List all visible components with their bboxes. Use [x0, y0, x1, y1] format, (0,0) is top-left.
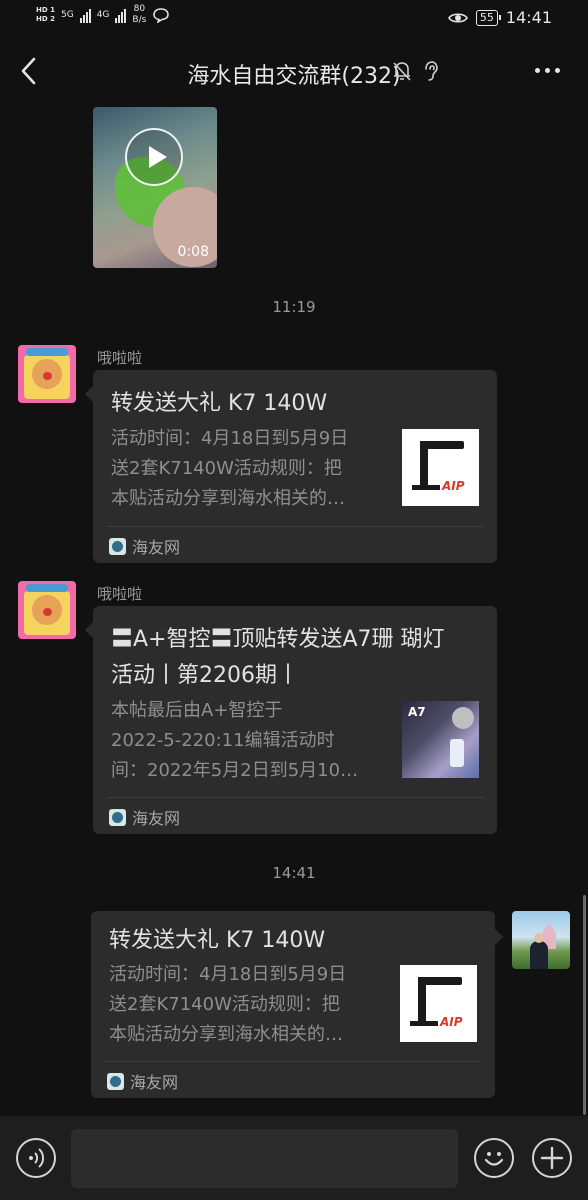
card-source: 海友网: [109, 534, 180, 558]
sim2-label: HD 2: [36, 15, 55, 23]
avatar[interactable]: [18, 345, 76, 403]
speed-value: 80: [133, 4, 146, 14]
card-desc-line: 本贴活动分享到海水相关的…: [109, 1024, 343, 1045]
card-desc-line: 送2套K7140W活动规则：把: [109, 994, 340, 1015]
link-card[interactable]: 转发送大礼 K7 140W 活动时间：4月18日到5月9日 送2套K7140W活…: [91, 911, 503, 1098]
card-description: 活动时间：4月18日到5月9日 送2套K7140W活动规则：把 本贴活动分享到海…: [109, 960, 379, 1050]
emoji-icon: [484, 1152, 504, 1166]
voice-icon: [29, 1148, 45, 1168]
avatar[interactable]: [18, 581, 76, 639]
signal-icon: [79, 7, 91, 23]
card-description: 活动时间：4月18日到5月9日 送2套K7140W活动规则：把 本贴活动分享到海…: [111, 424, 381, 514]
thumbnail-label: A7: [408, 705, 426, 719]
card-title-line: 活动丨第2206期丨: [111, 663, 299, 688]
thumbnail-logo: AIP: [440, 1015, 463, 1029]
plus-icon: [540, 1146, 564, 1170]
source-app-icon: [109, 537, 126, 555]
link-card[interactable]: 转发送大礼 K7 140W 活动时间：4月18日到5月9日 送2套K7140W活…: [85, 370, 497, 563]
card-desc-line: 活动时间：4月18日到5月9日: [109, 964, 347, 985]
card-description: 本帖最后由A+智控于 2022-5-220:11编辑活动时 间：2022年5月2…: [111, 696, 381, 786]
card-source: 海友网: [107, 1069, 178, 1093]
card-desc-line: 本帖最后由A+智控于: [111, 700, 283, 721]
ear-icon: [425, 61, 438, 81]
card-title-line: 〓A+智控〓顶贴转发送A7珊 瑚灯: [111, 627, 445, 652]
thumbnail-logo: AIP: [442, 479, 465, 493]
emoji-button[interactable]: [474, 1138, 514, 1178]
message-input[interactable]: [71, 1129, 458, 1188]
play-icon[interactable]: [125, 128, 183, 186]
card-title: 转发送大礼 K7 140W: [111, 391, 328, 416]
voice-button[interactable]: [16, 1138, 56, 1178]
title-status-icons: [392, 60, 440, 82]
card-desc-line: 送2套K7140W活动规则：把: [111, 458, 342, 479]
sim1-label: HD 1: [36, 6, 55, 14]
source-app-icon: [107, 1072, 124, 1090]
source-name: 海友网: [132, 538, 181, 557]
link-card[interactable]: 〓A+智控〓顶贴转发送A7珊 瑚灯 活动丨第2206期丨 本帖最后由A+智控于 …: [85, 606, 497, 834]
network-5g-label: 5G: [60, 10, 74, 20]
signal-icon-2: [115, 7, 127, 23]
sim-indicators: HD 1 HD 2: [36, 6, 55, 24]
input-bar: [0, 1116, 588, 1200]
speed-unit: B/s: [132, 15, 147, 25]
scrollbar[interactable]: [583, 895, 586, 1115]
my-avatar[interactable]: [512, 911, 570, 969]
status-right: 55 14:41: [447, 8, 552, 27]
card-title: 转发送大礼 K7 140W: [109, 928, 326, 953]
clock: 14:41: [505, 8, 552, 27]
source-name: 海友网: [132, 809, 181, 828]
card-desc-line: 间：2022年5月2日到5月10…: [111, 760, 359, 781]
source-app-icon: [109, 808, 126, 826]
network-4g-label: 4G: [96, 10, 110, 20]
time-separator: 11:19: [272, 298, 316, 316]
chat-bubble-icon: [153, 8, 170, 23]
video-message[interactable]: 0:08: [93, 107, 217, 268]
eye-icon: [447, 12, 468, 23]
sender-name: 哦啦啦: [97, 585, 143, 603]
sender-name: 哦啦啦: [97, 349, 143, 367]
card-thumbnail: A7: [402, 701, 479, 778]
source-name: 海友网: [130, 1073, 179, 1092]
chat-header: 海水自由交流群(232): [0, 38, 588, 104]
network-speed: 80 B/s: [132, 4, 146, 26]
more-icon[interactable]: [535, 68, 560, 73]
card-divider: [107, 797, 483, 798]
card-divider: [105, 1061, 481, 1062]
status-left: HD 1 HD 2 5G 4G 80 B/s: [36, 4, 170, 26]
card-desc-line: 本贴活动分享到海水相关的…: [111, 488, 345, 509]
more-actions-button[interactable]: [532, 1138, 572, 1178]
battery-level: 55: [479, 11, 494, 24]
card-title: 〓A+智控〓顶贴转发送A7珊 瑚灯 活动丨第2206期丨: [111, 622, 479, 694]
status-bar: HD 1 HD 2 5G 4G 80 B/s 55 14:41: [0, 0, 588, 38]
card-thumbnail: AIP: [402, 429, 479, 506]
card-divider: [107, 526, 483, 527]
chat-title: 海水自由交流群(232): [187, 64, 401, 89]
mute-bell-icon: [393, 62, 411, 81]
battery-icon: 55: [475, 9, 501, 26]
video-duration: 0:08: [177, 244, 209, 260]
card-desc-line: 2022-5-220:11编辑活动时: [111, 730, 335, 751]
card-source: 海友网: [109, 805, 180, 829]
card-desc-line: 活动时间：4月18日到5月9日: [111, 428, 349, 449]
time-separator: 14:41: [272, 864, 316, 882]
card-thumbnail: AIP: [400, 965, 477, 1042]
